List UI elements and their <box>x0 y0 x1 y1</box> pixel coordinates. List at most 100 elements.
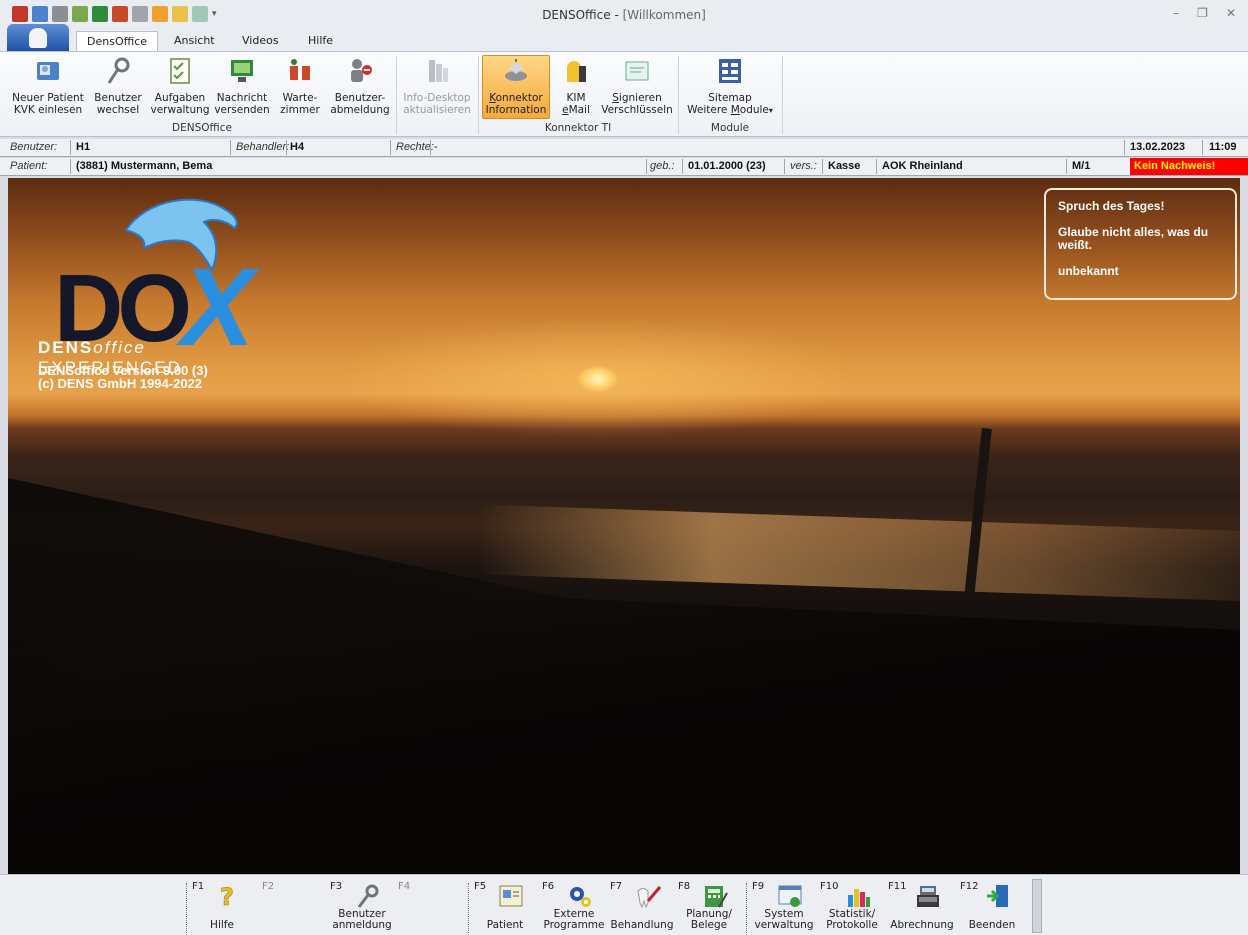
wartezimmer-button[interactable]: Warte-zimmer <box>278 56 322 116</box>
aufgaben-verwaltung-button[interactable]: Aufgaben verwaltung <box>149 56 211 116</box>
window-controls: – ❐ ✕ <box>1173 6 1236 20</box>
date-display: 13.02.2023 <box>1130 141 1186 153</box>
monitor-message-icon <box>231 60 253 82</box>
f8-planung-belege-button[interactable]: F8 Planung/Belege <box>678 881 740 933</box>
system-window-icon <box>778 885 802 907</box>
dropdown-arrow-icon: ▾ <box>768 106 773 115</box>
vers-label: vers.: <box>790 160 817 172</box>
separator <box>784 159 785 174</box>
separator <box>876 159 877 174</box>
separator <box>1124 140 1125 155</box>
f10-statistik-protokolle-button[interactable]: F10 Statistik/Protokolle <box>820 881 884 933</box>
neuer-patient-kvk-button[interactable]: Neuer Patient KVK einlesen <box>12 56 84 116</box>
separator <box>822 159 823 174</box>
key-icon <box>107 57 130 84</box>
ribbon: Neuer Patient KVK einlesen Benutzer wechse… <box>0 51 1248 137</box>
separator <box>468 883 469 933</box>
group-label-densoffice: DENSOffice <box>172 122 232 134</box>
key-icon <box>357 884 379 908</box>
function-key-bar: F1 ? Hilfe F2 F3 Benutzer anmeldung F4 F5… <box>0 874 1248 935</box>
f1-hilfe-button[interactable]: F1 ? Hilfe <box>192 881 252 933</box>
f2-button: F2 <box>262 881 275 892</box>
f4-button: F4 <box>398 881 411 892</box>
close-icon[interactable]: ✕ <box>1226 6 1236 20</box>
tab-ansicht[interactable]: Ansicht <box>164 31 225 51</box>
patient-info-bar: Patient: (3881) Mustermann, Bema geb.: 0… <box>0 158 1248 176</box>
sun-image <box>578 366 618 392</box>
nachweis-status-badge[interactable]: Kein Nachweis! <box>1130 158 1248 175</box>
patient-label: Patient: <box>10 160 48 172</box>
tab-hilfe[interactable]: Hilfe <box>298 31 343 51</box>
window-title: DENSOffice - [Willkommen] <box>542 8 706 22</box>
separator <box>390 140 391 155</box>
separator <box>286 140 287 155</box>
rechte-value: - <box>434 141 438 153</box>
separator <box>682 159 683 174</box>
separator <box>186 883 187 933</box>
quote-author: unbekannt <box>1058 264 1119 278</box>
benutzer-wechsel-button[interactable]: Benutzer wechsel <box>91 56 145 116</box>
behandler-label: Behandler: <box>236 141 290 153</box>
separator <box>430 140 431 155</box>
mailbox-icon <box>567 61 586 82</box>
nachricht-versenden-button[interactable]: Nachricht versenden <box>214 56 270 116</box>
tooth-icon <box>29 28 47 48</box>
card-reader-icon <box>37 62 59 80</box>
exit-door-icon <box>987 885 1008 907</box>
patient-value[interactable]: (3881) Mustermann, Bema <box>76 160 212 172</box>
minimize-icon[interactable]: – <box>1173 6 1179 20</box>
calculator-icon <box>705 886 728 908</box>
title-bar: ▾ DENSOffice - [Willkommen] – ❐ ✕ <box>0 0 1248 31</box>
svg-text:?: ? <box>220 883 234 909</box>
quote-of-the-day: Spruch des Tages! Glaube nicht alles, wa… <box>1044 188 1237 300</box>
geb-label: geb.: <box>650 160 675 172</box>
water-reflection <box>478 504 1240 602</box>
app-menu-button[interactable] <box>7 24 69 52</box>
f11-abrechnung-button[interactable]: F11 Abrechnung <box>888 881 956 933</box>
cash-register-icon <box>917 886 939 907</box>
group-separator <box>782 56 783 134</box>
behandler-value: H4 <box>290 141 305 153</box>
sitemap-icon <box>719 59 741 83</box>
patient-card-icon <box>499 885 523 907</box>
f3-benutzer-anmeldung-button[interactable]: F3 Benutzer anmeldung <box>330 881 394 933</box>
kim-email-button[interactable]: KIM eMail <box>556 56 596 116</box>
quote-title: Spruch des Tages! <box>1058 199 1165 213</box>
separator <box>746 883 747 933</box>
benutzer-value: H1 <box>76 141 91 153</box>
f9-systemverwaltung-button[interactable]: F9 System verwaltung <box>752 881 816 933</box>
f12-beenden-button[interactable]: F12 Beenden <box>960 881 1024 933</box>
geb-value: 01.01.2000 (23) <box>688 160 766 172</box>
separator <box>1066 159 1067 174</box>
info-desktop-aktualisieren-button[interactable]: Info-Desktop aktualisieren <box>400 56 474 116</box>
checklist-icon <box>170 58 190 84</box>
group-label-konnektor-ti: Konnektor TI <box>544 122 612 134</box>
f6-externe-programme-button[interactable]: F6 Externe Programme <box>542 881 606 933</box>
sitemap-weitere-module-button[interactable]: Sitemap Weitere Module▾ <box>682 56 778 117</box>
connector-icon <box>505 59 527 81</box>
benutzer-label: Benutzer: <box>10 141 58 153</box>
benutzer-abmeldung-button[interactable]: Benutzer-abmeldung <box>328 56 392 116</box>
tab-densoffice[interactable]: DensOffice <box>76 31 159 51</box>
welcome-splash: DO X DENSoffice EXPERIENCED DENSoffice V… <box>8 178 1240 874</box>
ribbon-tabs: DensOffice Ansicht Videos Hilfe <box>0 24 1248 52</box>
group-separator <box>396 56 397 134</box>
bar-chart-icon <box>848 889 870 907</box>
tab-videos[interactable]: Videos <box>232 31 289 51</box>
separator <box>646 159 647 174</box>
certificate-icon <box>625 61 649 81</box>
signieren-verschluesseln-button[interactable]: Signieren Verschlüsseln <box>600 56 674 116</box>
restore-icon[interactable]: ❐ <box>1197 6 1208 20</box>
code-value: M/1 <box>1072 160 1091 172</box>
separator <box>1202 140 1203 155</box>
function-bar-scroll-handle[interactable] <box>1032 879 1042 933</box>
separator <box>70 159 71 174</box>
konnektor-information-button[interactable]: Konnektor Information <box>482 55 550 119</box>
group-separator <box>678 56 679 134</box>
separator <box>70 140 71 155</box>
group-label-module: Module <box>710 122 750 134</box>
f7-behandlung-button[interactable]: F7 Behandlung <box>610 881 674 933</box>
quote-text: Glaube nicht alles, was du weißt. <box>1058 225 1209 252</box>
separator <box>230 140 231 155</box>
f5-patient-button[interactable]: F5 Patient <box>474 881 536 933</box>
